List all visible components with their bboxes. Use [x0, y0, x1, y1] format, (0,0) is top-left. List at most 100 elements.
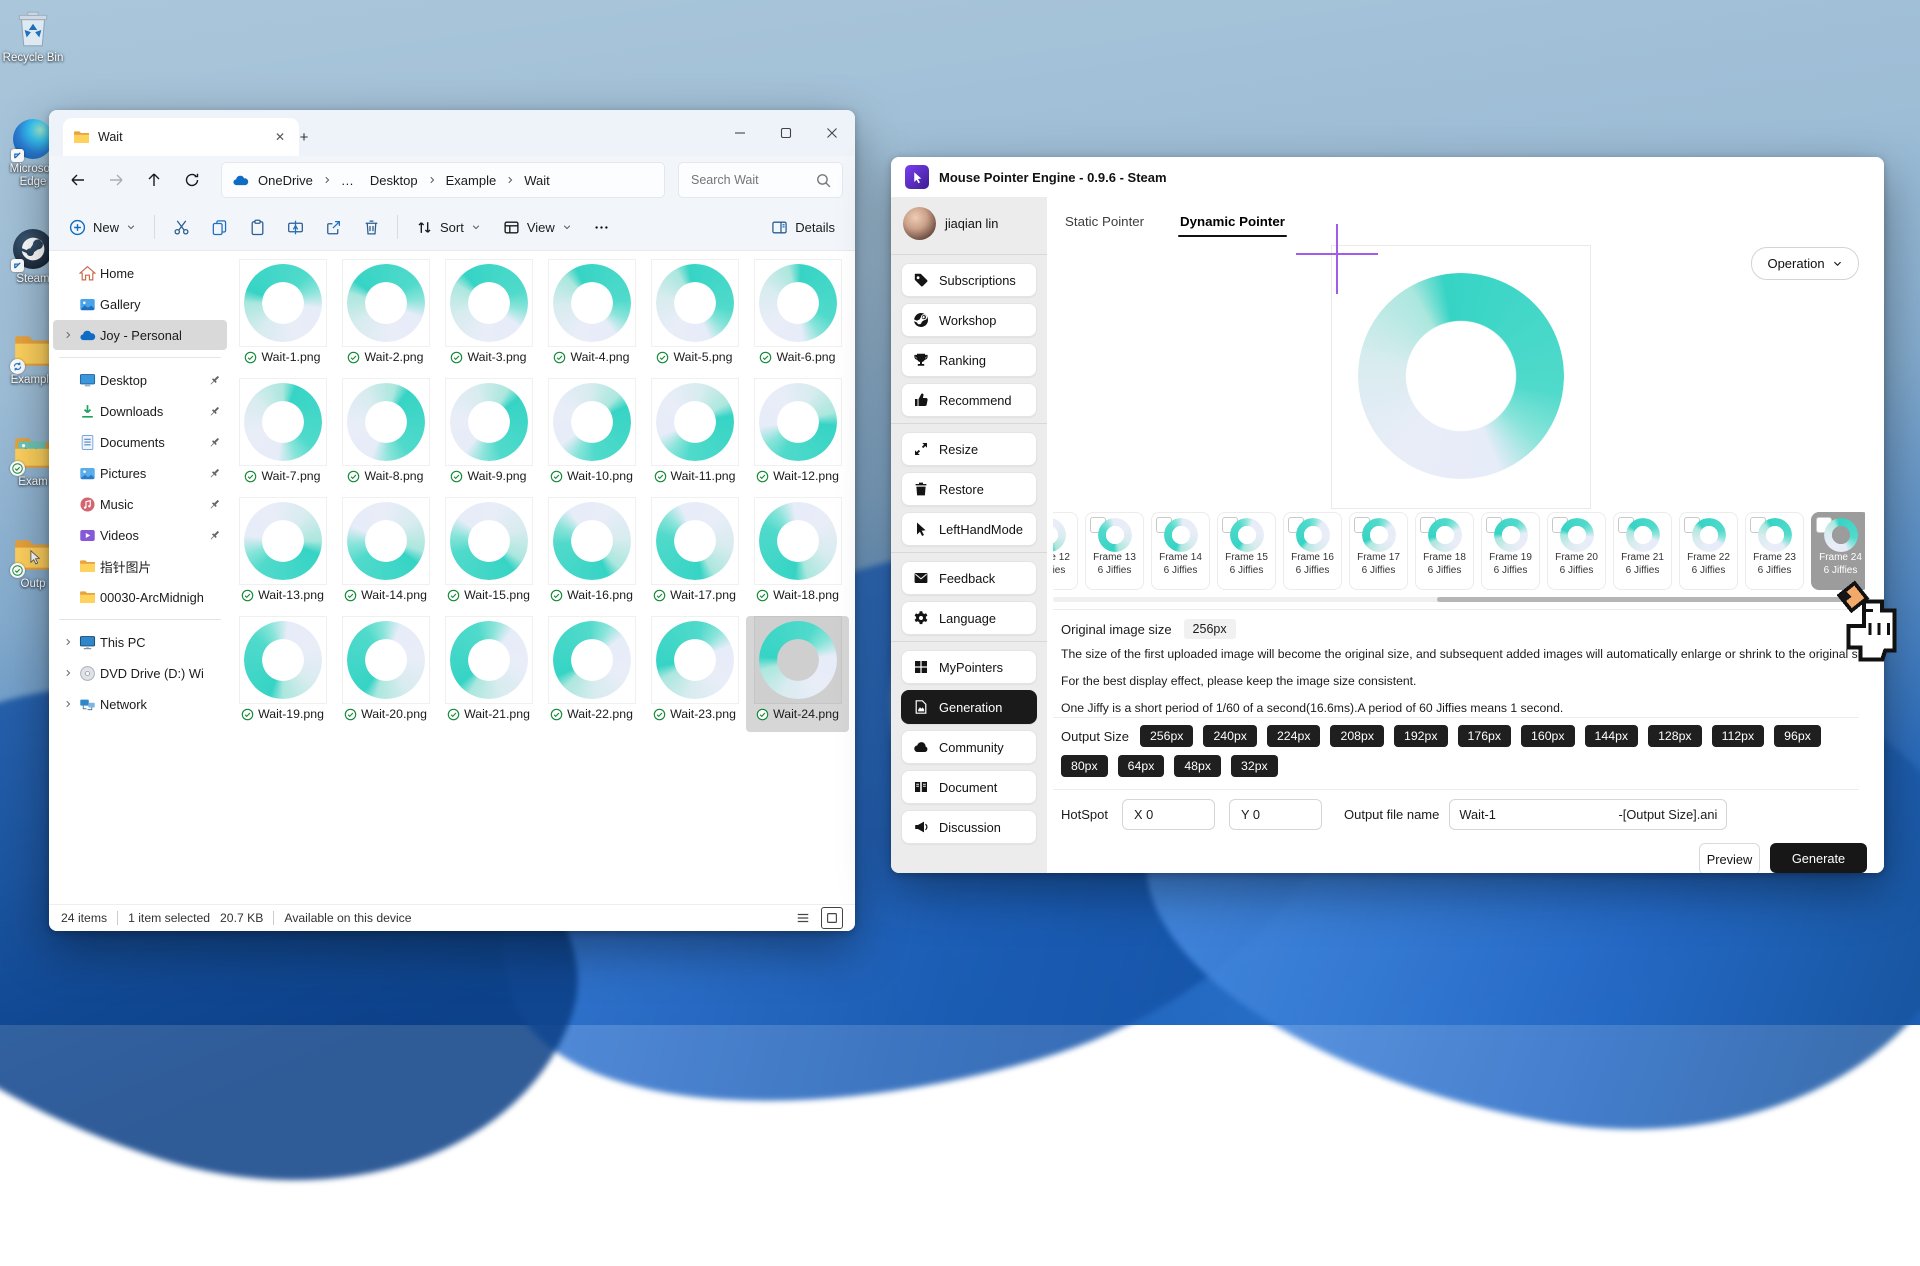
file-item[interactable]: Wait-11.png [643, 378, 746, 494]
file-item[interactable]: Wait-23.png [643, 616, 746, 732]
file-item[interactable]: Wait-22.png [540, 616, 643, 732]
file-item[interactable]: Wait-15.png [437, 497, 540, 613]
new-button[interactable]: New [59, 212, 146, 243]
sidebar-menu-button[interactable]: Workshop [901, 303, 1037, 337]
sidebar-menu-button[interactable]: Discussion [901, 810, 1037, 844]
forward-button[interactable] [99, 163, 133, 197]
hotspot-x-input[interactable] [1132, 806, 1205, 823]
preview-canvas[interactable] [1331, 245, 1591, 509]
file-item[interactable]: Wait-20.png [334, 616, 437, 732]
hotspot-y-input[interactable] [1239, 806, 1312, 823]
sidebar-item[interactable]: Documents [53, 427, 227, 457]
share-button[interactable] [315, 210, 351, 244]
sidebar-item[interactable]: This PC [53, 627, 227, 657]
output-size-pill[interactable]: 128px [1648, 725, 1702, 747]
output-size-pill[interactable]: 96px [1774, 725, 1821, 747]
file-item[interactable]: Wait-6.png [746, 259, 849, 375]
file-item[interactable]: Wait-1.png [231, 259, 334, 375]
sidebar-item[interactable]: Pictures [53, 458, 227, 488]
sidebar-menu-button[interactable]: Restore [901, 472, 1037, 506]
file-item[interactable]: Wait-2.png [334, 259, 437, 375]
generate-button[interactable]: Generate [1770, 843, 1867, 873]
user-row[interactable]: jiaqian lin [891, 197, 1047, 248]
back-button[interactable] [61, 163, 95, 197]
sidebar-menu-button[interactable]: Community [901, 730, 1037, 764]
output-size-pill[interactable]: 48px [1174, 755, 1221, 777]
minimize-button[interactable] [717, 110, 763, 156]
output-size-pill[interactable]: 256px [1140, 725, 1194, 747]
sidebar-menu-button[interactable]: Language [901, 601, 1037, 635]
sidebar-item[interactable]: 指针图片 [53, 551, 227, 581]
frame-thumbnail[interactable]: Frame 15 6 Jiffies [1217, 512, 1276, 590]
sidebar-menu-button[interactable]: Resize [901, 432, 1037, 466]
tab-static-pointer[interactable]: Static Pointer [1065, 214, 1144, 237]
sidebar-item[interactable]: DVD Drive (D:) Win [53, 658, 227, 688]
operation-dropdown[interactable]: Operation [1751, 247, 1859, 280]
cut-button[interactable] [163, 210, 199, 244]
sidebar-menu-button[interactable]: Subscriptions [901, 263, 1037, 297]
file-item[interactable]: Wait-8.png [334, 378, 437, 494]
frame-thumbnail[interactable]: Frame 20 6 Jiffies [1547, 512, 1606, 590]
frame-thumbnail[interactable]: Frame 16 6 Jiffies [1283, 512, 1342, 590]
tab-close-icon[interactable]: ✕ [271, 128, 289, 146]
output-size-pill[interactable]: 112px [1712, 725, 1765, 747]
sidebar-menu-button[interactable]: LeftHandMode [901, 512, 1037, 546]
frame-thumbnail[interactable]: Frame 12 6 Jiffies [1053, 512, 1078, 590]
output-size-pill[interactable]: 176px [1458, 725, 1512, 747]
rename-button[interactable] [277, 210, 313, 244]
file-item[interactable]: Wait-17.png [643, 497, 746, 613]
frame-strip-scrollbar[interactable] [1053, 597, 1856, 602]
file-item[interactable]: Wait-24.png [746, 616, 849, 732]
sidebar-menu-button[interactable]: Ranking [901, 343, 1037, 377]
file-item[interactable]: Wait-5.png [643, 259, 746, 375]
sidebar-menu-button[interactable]: Recommend [901, 383, 1037, 417]
sidebar-item[interactable]: Videos [53, 520, 227, 550]
frame-thumbnail[interactable]: Frame 23 6 Jiffies [1745, 512, 1804, 590]
frame-thumbnail[interactable]: Frame 19 6 Jiffies [1481, 512, 1540, 590]
sidebar-item[interactable]: Gallery [53, 289, 227, 319]
frame-thumbnail[interactable]: Frame 17 6 Jiffies [1349, 512, 1408, 590]
sidebar-menu-button[interactable]: Feedback [901, 561, 1037, 595]
output-size-pill[interactable]: 80px [1061, 755, 1108, 777]
new-tab-button[interactable]: + [293, 126, 315, 148]
frame-thumbnail[interactable]: Frame 18 6 Jiffies [1415, 512, 1474, 590]
output-size-pill[interactable]: 240px [1203, 725, 1257, 747]
desktop-icon-recycle-bin[interactable]: Recycle Bin [2, 8, 64, 65]
output-size-pill[interactable]: 32px [1231, 755, 1278, 777]
frame-thumbnail[interactable]: Frame 24 6 Jiffies [1811, 512, 1865, 590]
thumbnail-view-toggle[interactable] [821, 907, 843, 929]
preview-button[interactable]: Preview [1699, 843, 1760, 873]
file-item[interactable]: Wait-18.png [746, 497, 849, 613]
breadcrumb-item[interactable]: Wait [517, 170, 557, 191]
tab-dynamic-pointer[interactable]: Dynamic Pointer [1180, 214, 1285, 237]
breadcrumb-item[interactable]: … [334, 170, 361, 191]
details-button[interactable]: Details [761, 212, 845, 243]
file-item[interactable]: Wait-9.png [437, 378, 540, 494]
delete-button[interactable] [353, 210, 389, 244]
output-size-pill[interactable]: 224px [1267, 725, 1321, 747]
list-view-toggle[interactable] [793, 908, 813, 928]
sidebar-item[interactable]: 00030-ArcMidnight [53, 582, 227, 612]
output-size-pill[interactable]: 192px [1394, 725, 1448, 747]
file-item[interactable]: Wait-4.png [540, 259, 643, 375]
sidebar-item[interactable]: Downloads [53, 396, 227, 426]
output-file-name-field[interactable]: Wait-1 -[Output Size].ani [1449, 799, 1727, 830]
up-button[interactable] [137, 163, 171, 197]
sidebar-menu-button[interactable]: MyPointers [901, 650, 1037, 684]
search-box[interactable] [678, 162, 843, 198]
output-size-pill[interactable]: 64px [1118, 755, 1165, 777]
breadcrumb-item[interactable]: OneDrive [251, 170, 320, 191]
file-item[interactable]: Wait-19.png [231, 616, 334, 732]
frame-thumbnail[interactable]: Frame 13 6 Jiffies [1085, 512, 1144, 590]
paste-button[interactable] [239, 210, 275, 244]
file-item[interactable]: Wait-13.png [231, 497, 334, 613]
scrollbar-thumb[interactable] [1437, 597, 1847, 602]
breadcrumb-item[interactable]: Desktop [363, 170, 425, 191]
refresh-button[interactable] [175, 163, 209, 197]
output-size-pill[interactable]: 208px [1330, 725, 1384, 747]
sidebar-item[interactable]: Joy - Personal [53, 320, 227, 350]
breadcrumb-item[interactable]: Example [439, 170, 504, 191]
close-button[interactable] [809, 110, 855, 156]
file-item[interactable]: Wait-10.png [540, 378, 643, 494]
file-item[interactable]: Wait-16.png [540, 497, 643, 613]
